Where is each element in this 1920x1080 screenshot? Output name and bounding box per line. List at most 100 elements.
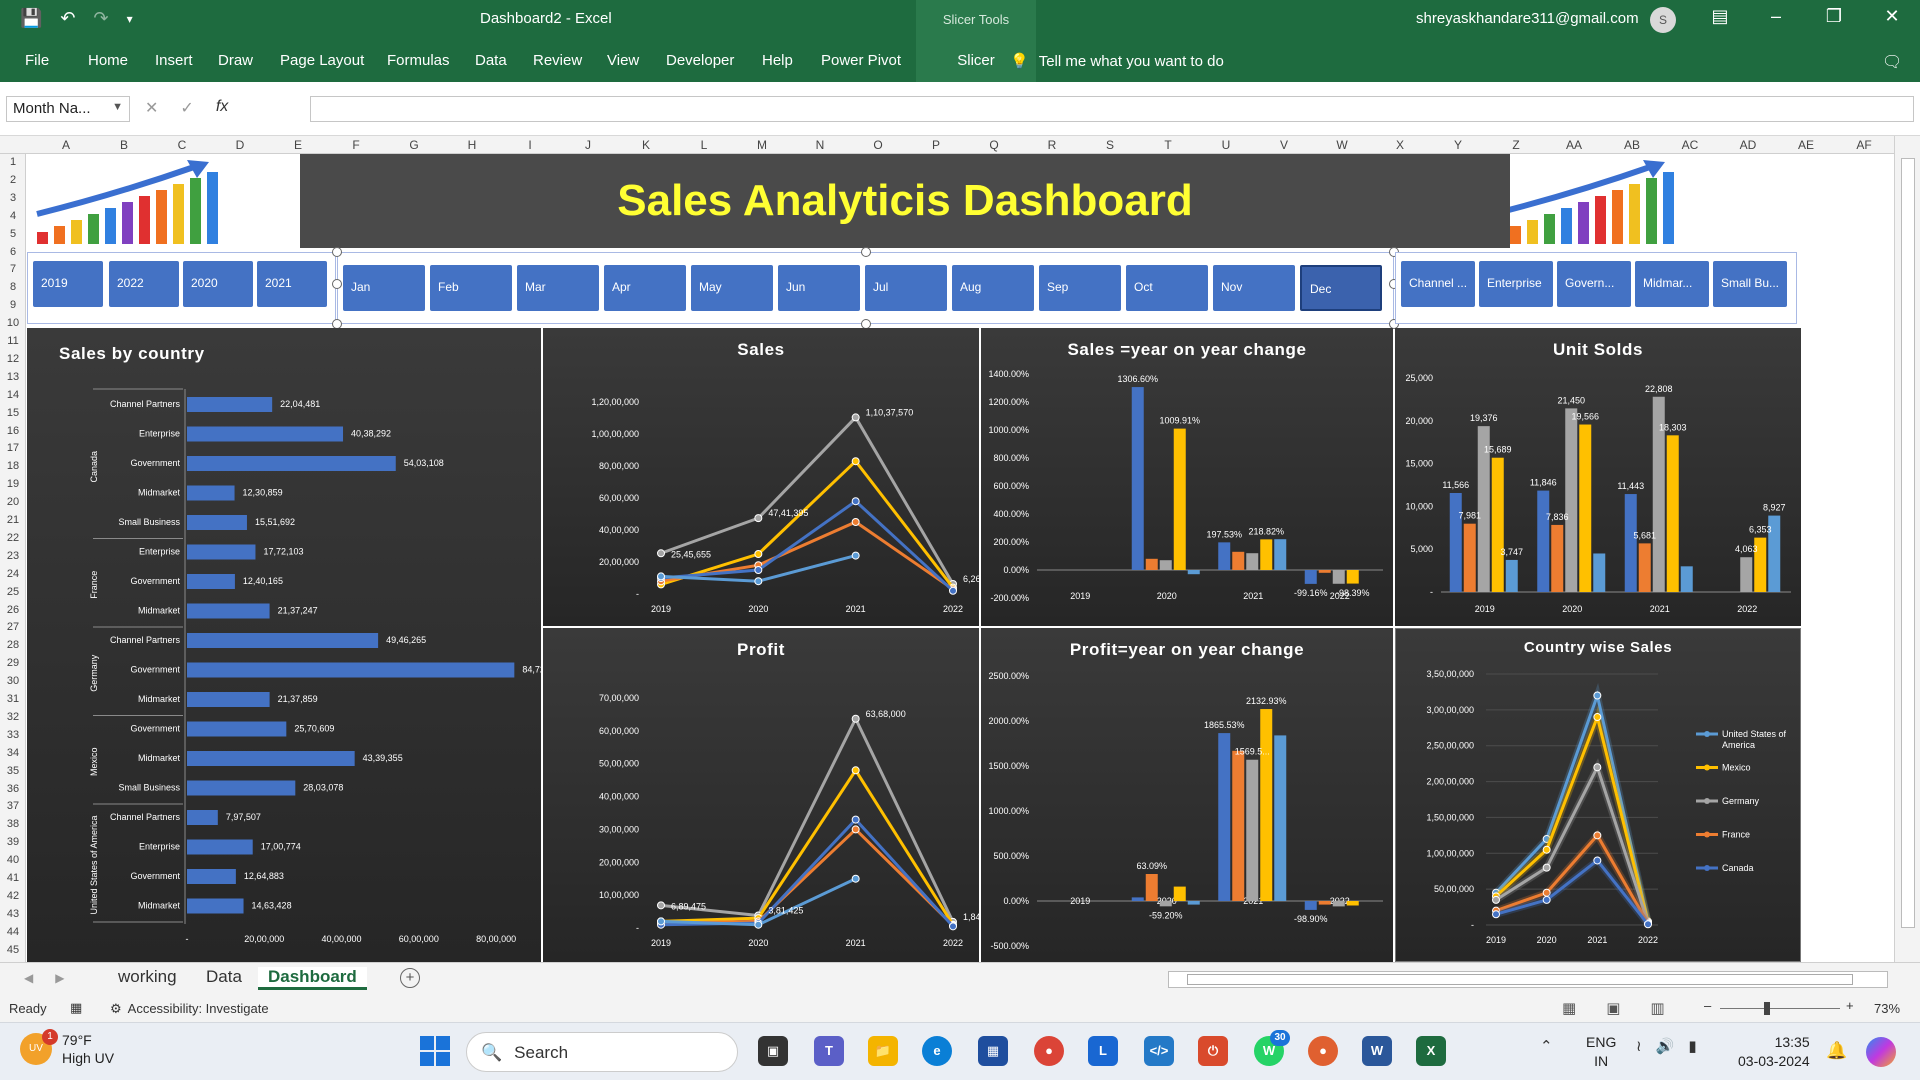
language-indicator[interactable]: ENG IN	[1586, 1033, 1616, 1071]
sheet-tab-dashboard[interactable]: Dashboard	[258, 967, 367, 990]
tab-help[interactable]: Help	[762, 52, 793, 69]
formula-input[interactable]	[310, 96, 1914, 122]
zoom-track[interactable]	[1720, 1008, 1840, 1009]
page-layout-view-icon[interactable]: ▣	[1606, 999, 1620, 1017]
row-header[interactable]: 42	[2, 890, 24, 902]
tab-view[interactable]: View	[607, 52, 639, 69]
unit-solds-chart[interactable]: Unit Solds -5,000 10,000 15,000 20,000 25,00…	[1395, 328, 1801, 626]
page-break-view-icon[interactable]: ▥	[1650, 999, 1664, 1017]
row-header[interactable]: 9	[2, 299, 24, 311]
column-header[interactable]: X	[1388, 138, 1412, 152]
column-header[interactable]: W	[1330, 138, 1354, 152]
zoom-knob[interactable]	[1764, 1002, 1770, 1015]
column-header[interactable]: O	[866, 138, 890, 152]
row-header[interactable]: 30	[2, 675, 24, 687]
column-header[interactable]: V	[1272, 138, 1296, 152]
accessibility-status[interactable]: ⚙ Accessibility: Investigate	[110, 1001, 269, 1017]
row-header[interactable]: 16	[2, 425, 24, 437]
worksheet[interactable]: Sales Analyticis Dashboard 2019 2022 202…	[27, 154, 1893, 962]
row-header[interactable]: 18	[2, 460, 24, 472]
column-header[interactable]: B	[112, 138, 136, 152]
sales-chart[interactable]: Sales -20,00,000 40,00,000 60,00,000 80,00,…	[543, 328, 979, 626]
segment-slicer[interactable]: Channel ... Enterprise Govern... Midmar... S…	[1395, 252, 1797, 324]
row-header[interactable]: 24	[2, 568, 24, 580]
ribbon-display-options-icon[interactable]: ▤	[1700, 6, 1740, 27]
column-header[interactable]: AF	[1852, 138, 1876, 152]
vertical-scrollbar[interactable]	[1894, 136, 1920, 962]
horizontal-scroll-thumb[interactable]	[1187, 974, 1853, 985]
vscode-icon[interactable]: </>	[1144, 1036, 1174, 1066]
edge-icon[interactable]: e	[922, 1036, 952, 1066]
minimize-icon[interactable]: –	[1756, 6, 1796, 27]
sheet-tab-working[interactable]: working	[108, 967, 187, 987]
tab-page-layout[interactable]: Page Layout	[280, 52, 364, 69]
column-header[interactable]: L	[692, 138, 716, 152]
sales-yoy-chart[interactable]: Sales =year on year change -200.00% 0.00%…	[981, 328, 1393, 626]
column-header[interactable]: Y	[1446, 138, 1470, 152]
row-header[interactable]: 43	[2, 908, 24, 920]
profit-chart[interactable]: Profit -10,00,000 20,00,000 30,00,000 40,00…	[543, 628, 979, 962]
profit-yoy-chart[interactable]: Profit=year on year change -500.00% 0.00%…	[981, 628, 1393, 962]
power-app-icon[interactable]: ⏻	[1198, 1036, 1228, 1066]
row-header[interactable]: 35	[2, 765, 24, 777]
row-header[interactable]: 7	[2, 263, 24, 275]
zoom-level[interactable]: 73%	[1874, 1001, 1900, 1016]
column-header[interactable]: R	[1040, 138, 1064, 152]
row-header[interactable]: 33	[2, 729, 24, 741]
slicer-month-feb[interactable]: Feb	[430, 265, 512, 311]
column-header[interactable]: AE	[1794, 138, 1818, 152]
slicer-month-nov[interactable]: Nov	[1213, 265, 1295, 311]
slicer-year-2019[interactable]: 2019	[33, 261, 103, 307]
column-header[interactable]: AA	[1562, 138, 1586, 152]
resize-handle[interactable]	[861, 247, 871, 257]
account-email[interactable]: shreyaskhandare311@gmail.com	[1416, 10, 1639, 27]
row-header[interactable]: 34	[2, 747, 24, 759]
column-header[interactable]: E	[286, 138, 310, 152]
column-header[interactable]: K	[634, 138, 658, 152]
column-header[interactable]: D	[228, 138, 252, 152]
weather-widget[interactable]: UV 1 79°F High UV	[20, 1029, 114, 1067]
slicer-month-jun[interactable]: Jun	[778, 265, 860, 311]
row-header[interactable]: 36	[2, 783, 24, 795]
chevron-up-icon[interactable]: ⌃	[1540, 1037, 1553, 1055]
slicer-segment-4[interactable]: Small Bu...	[1713, 261, 1787, 307]
slicer-month-jan[interactable]: Jan	[343, 265, 425, 311]
slicer-month-oct[interactable]: Oct	[1126, 265, 1208, 311]
task-view-icon[interactable]: ▣	[758, 1036, 788, 1066]
resize-handle[interactable]	[332, 279, 342, 289]
row-header[interactable]: 14	[2, 389, 24, 401]
slicer-segment-3[interactable]: Midmar...	[1635, 261, 1709, 307]
chevron-down-icon[interactable]: ▼	[112, 101, 123, 113]
cancel-entry-icon[interactable]: ✕	[145, 98, 158, 118]
row-header[interactable]: 44	[2, 926, 24, 938]
column-header[interactable]: M	[750, 138, 774, 152]
slicer-month-may[interactable]: May	[691, 265, 773, 311]
slicer-year-2020[interactable]: 2020	[183, 261, 253, 307]
tab-file[interactable]: File	[25, 52, 49, 69]
tab-formulas[interactable]: Formulas	[387, 52, 450, 69]
slicer-segment-2[interactable]: Govern...	[1557, 261, 1631, 307]
row-header[interactable]: 29	[2, 657, 24, 669]
slicer-month-dec[interactable]: Dec	[1300, 265, 1382, 311]
avatar[interactable]: S	[1650, 7, 1676, 33]
start-button[interactable]	[420, 1036, 450, 1066]
row-header[interactable]: 39	[2, 836, 24, 848]
sheet-tab-data[interactable]: Data	[196, 967, 252, 987]
close-icon[interactable]: ✕	[1872, 6, 1912, 27]
row-header[interactable]: 38	[2, 818, 24, 830]
slicer-year-2021[interactable]: 2021	[257, 261, 327, 307]
horizontal-scrollbar[interactable]	[1168, 971, 1888, 988]
row-header[interactable]: 22	[2, 532, 24, 544]
maximize-icon[interactable]: ❐	[1814, 6, 1854, 27]
row-header[interactable]: 5	[2, 228, 24, 240]
row-header[interactable]: 19	[2, 478, 24, 490]
lenovo-icon[interactable]: L	[1088, 1036, 1118, 1066]
row-header[interactable]: 3	[2, 192, 24, 204]
resize-handle[interactable]	[332, 247, 342, 257]
column-header[interactable]: I	[518, 138, 542, 152]
slicer-year-2022[interactable]: 2022	[109, 261, 179, 307]
country-wise-sales-chart[interactable]: Country wise Sales -50,00,000 1,00,00,000…	[1395, 628, 1801, 962]
chrome-icon[interactable]: ●	[1034, 1036, 1064, 1066]
row-header[interactable]: 40	[2, 854, 24, 866]
save-icon[interactable]: 💾	[20, 8, 42, 29]
